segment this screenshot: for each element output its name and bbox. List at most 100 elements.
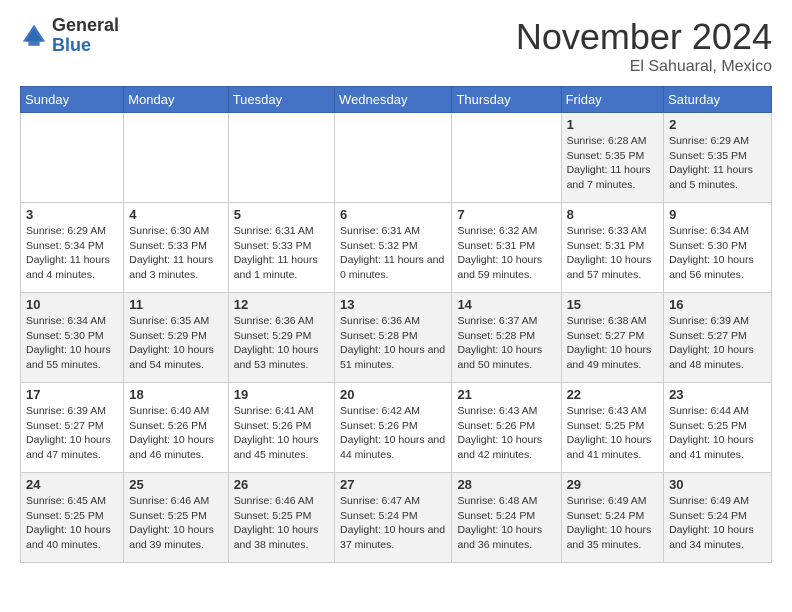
calendar-cell: 11Sunrise: 6:35 AM Sunset: 5:29 PM Dayli… [124,293,228,383]
calendar-cell: 12 Sunrise: 6:36 AM Sunset: 5:29 PM Dayli… [228,293,334,383]
calendar-cell: 4 Sunrise: 6:30 AM Sunset: 5:33 PM Daylig… [124,203,228,293]
day-number: 24 [26,477,118,492]
calendar-cell [228,113,334,203]
logo-text: General Blue [52,16,119,56]
day-info: Sunrise: 6:46 AM Sunset: 5:25 PM Dayligh… [129,494,222,553]
day-number: 16 [669,297,766,312]
col-wednesday: Wednesday [335,87,452,113]
calendar-cell [452,113,561,203]
day-info: Sunrise: 6:43 AM Sunset: 5:25 PM Dayligh… [567,404,659,463]
calendar-body: 1 Sunrise: 6:28 AM Sunset: 5:35 PM Daylig… [21,113,772,563]
day-info: Sunrise: 6:39 AM Sunset: 5:27 PM Dayligh… [669,314,766,373]
calendar-cell: 25 Sunrise: 6:46 AM Sunset: 5:25 PM Dayli… [124,473,228,563]
calendar-cell [124,113,228,203]
day-number: 30 [669,477,766,492]
calendar-cell [335,113,452,203]
calendar-cell: 1 Sunrise: 6:28 AM Sunset: 5:35 PM Daylig… [561,113,664,203]
logo-general-text: General [52,16,119,36]
day-number: 2 [669,117,766,132]
calendar-cell: 27 Sunrise: 6:47 AM Sunset: 5:24 PM Dayli… [335,473,452,563]
day-info: Sunrise: 6:43 AM Sunset: 5:26 PM Dayligh… [457,404,555,463]
calendar-week-1: 1 Sunrise: 6:28 AM Sunset: 5:35 PM Daylig… [21,113,772,203]
day-number: 3 [26,207,118,222]
calendar-cell: 16 Sunrise: 6:39 AM Sunset: 5:27 PM Dayli… [664,293,772,383]
calendar-table: Sunday Monday Tuesday Wednesday Thursday… [20,86,772,563]
header-row: Sunday Monday Tuesday Wednesday Thursday… [21,87,772,113]
location: El Sahuaral, Mexico [516,58,772,76]
day-info: Sunrise: 6:31 AM Sunset: 5:32 PM Dayligh… [340,224,446,283]
month-title: November 2024 [516,16,772,58]
calendar-cell: 13Sunrise: 6:36 AM Sunset: 5:28 PM Dayli… [335,293,452,383]
day-info: Sunrise: 6:33 AM Sunset: 5:31 PM Dayligh… [567,224,659,283]
calendar-week-2: 3 Sunrise: 6:29 AM Sunset: 5:34 PM Daylig… [21,203,772,293]
calendar-cell: 15Sunrise: 6:38 AM Sunset: 5:27 PM Dayli… [561,293,664,383]
day-info: Sunrise: 6:44 AM Sunset: 5:25 PM Dayligh… [669,404,766,463]
day-number: 27 [340,477,446,492]
calendar-cell: 9Sunrise: 6:34 AM Sunset: 5:30 PM Daylig… [664,203,772,293]
day-number: 19 [234,387,329,402]
calendar-cell: 29Sunrise: 6:49 AM Sunset: 5:24 PM Dayli… [561,473,664,563]
day-info: Sunrise: 6:46 AM Sunset: 5:25 PM Dayligh… [234,494,329,553]
calendar-cell: 23 Sunrise: 6:44 AM Sunset: 5:25 PM Dayli… [664,383,772,473]
day-number: 23 [669,387,766,402]
calendar-cell: 6 Sunrise: 6:31 AM Sunset: 5:32 PM Daylig… [335,203,452,293]
calendar-cell: 3 Sunrise: 6:29 AM Sunset: 5:34 PM Daylig… [21,203,124,293]
day-number: 5 [234,207,329,222]
day-info: Sunrise: 6:34 AM Sunset: 5:30 PM Dayligh… [669,224,766,283]
day-info: Sunrise: 6:45 AM Sunset: 5:25 PM Dayligh… [26,494,118,553]
day-info: Sunrise: 6:29 AM Sunset: 5:34 PM Dayligh… [26,224,118,283]
day-number: 18 [129,387,222,402]
day-info: Sunrise: 6:42 AM Sunset: 5:26 PM Dayligh… [340,404,446,463]
col-thursday: Thursday [452,87,561,113]
day-number: 28 [457,477,555,492]
day-info: Sunrise: 6:31 AM Sunset: 5:33 PM Dayligh… [234,224,329,283]
calendar-cell: 18Sunrise: 6:40 AM Sunset: 5:26 PM Dayli… [124,383,228,473]
calendar-week-3: 10 Sunrise: 6:34 AM Sunset: 5:30 PM Dayli… [21,293,772,383]
day-number: 17 [26,387,118,402]
day-number: 6 [340,207,446,222]
day-number: 4 [129,207,222,222]
day-number: 25 [129,477,222,492]
day-number: 29 [567,477,659,492]
col-friday: Friday [561,87,664,113]
day-info: Sunrise: 6:28 AM Sunset: 5:35 PM Dayligh… [567,134,659,193]
calendar-cell: 7 Sunrise: 6:32 AM Sunset: 5:31 PM Daylig… [452,203,561,293]
day-number: 12 [234,297,329,312]
day-info: Sunrise: 6:29 AM Sunset: 5:35 PM Dayligh… [669,134,766,193]
day-number: 11 [129,297,222,312]
day-number: 1 [567,117,659,132]
day-number: 14 [457,297,555,312]
calendar-cell: 8 Sunrise: 6:33 AM Sunset: 5:31 PM Daylig… [561,203,664,293]
day-number: 21 [457,387,555,402]
calendar-header: Sunday Monday Tuesday Wednesday Thursday… [21,87,772,113]
page: General Blue November 2024 El Sahuaral, … [0,0,792,579]
col-saturday: Saturday [664,87,772,113]
logo: General Blue [20,16,119,56]
calendar-cell: 28 Sunrise: 6:48 AM Sunset: 5:24 PM Dayli… [452,473,561,563]
day-number: 7 [457,207,555,222]
title-block: November 2024 El Sahuaral, Mexico [516,16,772,76]
calendar-cell: 21 Sunrise: 6:43 AM Sunset: 5:26 PM Dayli… [452,383,561,473]
day-info: Sunrise: 6:48 AM Sunset: 5:24 PM Dayligh… [457,494,555,553]
day-info: Sunrise: 6:39 AM Sunset: 5:27 PM Dayligh… [26,404,118,463]
col-monday: Monday [124,87,228,113]
col-sunday: Sunday [21,87,124,113]
calendar-cell: 5 Sunrise: 6:31 AM Sunset: 5:33 PM Daylig… [228,203,334,293]
day-info: Sunrise: 6:36 AM Sunset: 5:29 PM Dayligh… [234,314,329,373]
day-number: 10 [26,297,118,312]
col-tuesday: Tuesday [228,87,334,113]
day-info: Sunrise: 6:47 AM Sunset: 5:24 PM Dayligh… [340,494,446,553]
calendar-cell: 24 Sunrise: 6:45 AM Sunset: 5:25 PM Dayli… [21,473,124,563]
logo-blue-text: Blue [52,36,119,56]
day-number: 8 [567,207,659,222]
day-info: Sunrise: 6:34 AM Sunset: 5:30 PM Dayligh… [26,314,118,373]
calendar-week-4: 17 Sunrise: 6:39 AM Sunset: 5:27 PM Dayli… [21,383,772,473]
calendar-cell: 2 Sunrise: 6:29 AM Sunset: 5:35 PM Daylig… [664,113,772,203]
day-info: Sunrise: 6:30 AM Sunset: 5:33 PM Dayligh… [129,224,222,283]
day-number: 22 [567,387,659,402]
day-info: Sunrise: 6:32 AM Sunset: 5:31 PM Dayligh… [457,224,555,283]
header: General Blue November 2024 El Sahuaral, … [20,16,772,76]
calendar-cell [21,113,124,203]
day-info: Sunrise: 6:38 AM Sunset: 5:27 PM Dayligh… [567,314,659,373]
day-info: Sunrise: 6:37 AM Sunset: 5:28 PM Dayligh… [457,314,555,373]
